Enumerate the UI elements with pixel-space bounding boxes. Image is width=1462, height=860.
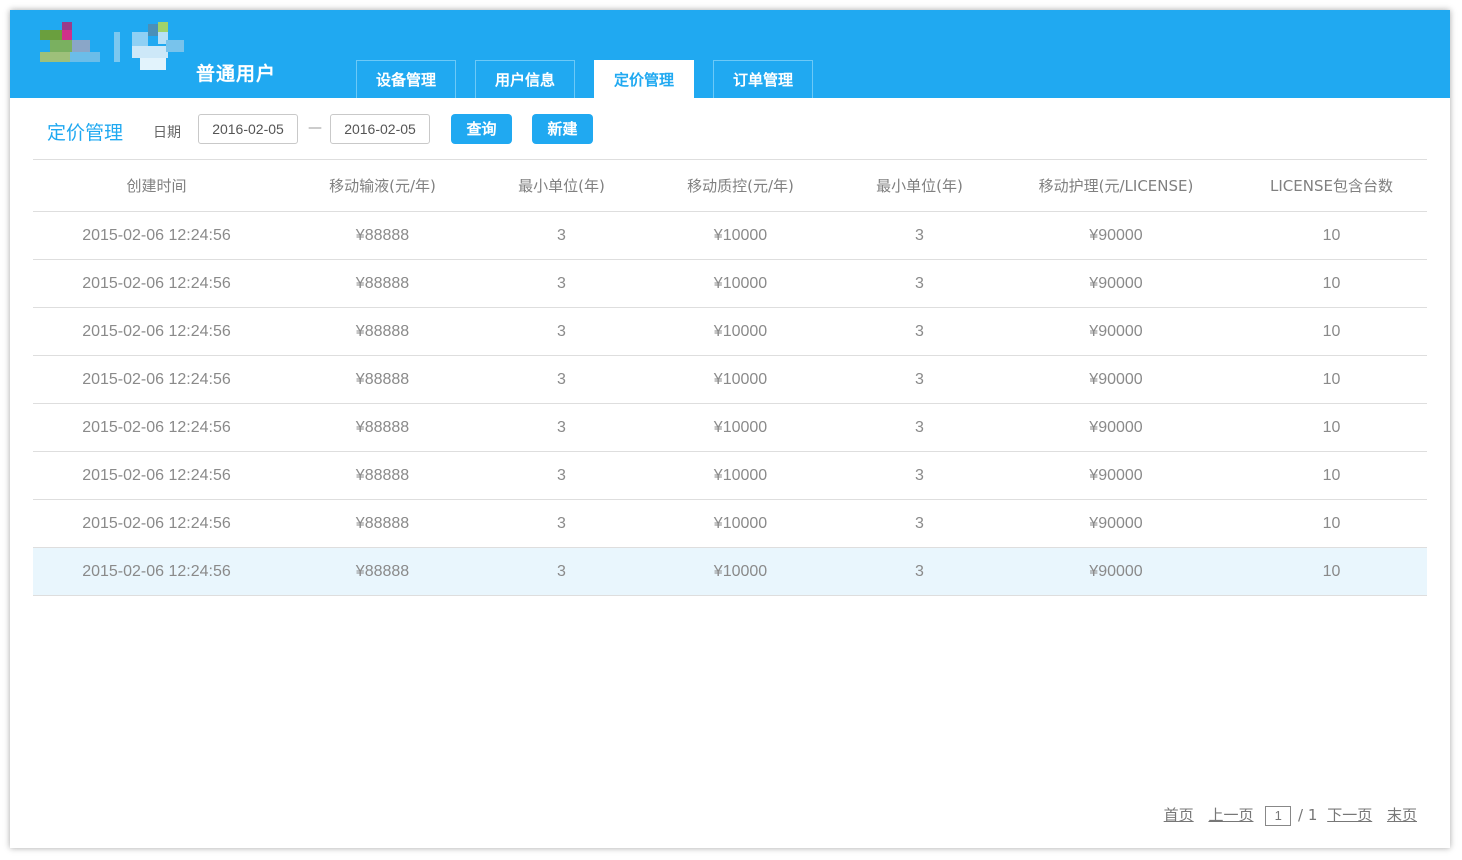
- next-page-link[interactable]: 下一页: [1327, 806, 1372, 824]
- table-cell: 2015-02-06 12:24:56: [33, 499, 280, 548]
- table-cell: ¥88888: [280, 403, 485, 452]
- column-header: 最小单位(年): [843, 159, 996, 212]
- table-cell: ¥10000: [638, 451, 843, 500]
- table-cell: ¥88888: [280, 499, 485, 548]
- table-cell: ¥10000: [638, 499, 843, 548]
- table-cell: 10: [1236, 499, 1427, 548]
- table-cell: ¥10000: [638, 403, 843, 452]
- table-cell: 2015-02-06 12:24:56: [33, 259, 280, 308]
- date-label: 日期: [153, 125, 181, 141]
- table-row[interactable]: 2015-02-06 12:24:56 ¥88888 3 ¥10000 3 ¥90000 1…: [33, 211, 1427, 260]
- top-header: 普通用户 设备管理 用户信息 定价管理 订单管理: [10, 10, 1450, 98]
- table-row[interactable]: 2015-02-06 12:24:56 ¥88888 3 ¥10000 3 ¥90000 1…: [33, 403, 1427, 452]
- date-separator: —: [308, 120, 322, 136]
- table-row[interactable]: 2015-02-06 12:24:56 ¥88888 3 ¥10000 3 ¥90000 1…: [33, 451, 1427, 500]
- table-cell: 3: [485, 259, 638, 308]
- table-cell: 3: [485, 451, 638, 500]
- table-cell: 3: [485, 211, 638, 260]
- prev-page-link[interactable]: 上一页: [1208, 806, 1253, 824]
- table-cell: ¥10000: [638, 547, 843, 596]
- table-cell: 2015-02-06 12:24:56: [33, 211, 280, 260]
- table-cell: 3: [843, 499, 996, 548]
- current-page-input[interactable]: 1: [1265, 805, 1292, 826]
- table-cell: ¥90000: [996, 499, 1236, 548]
- table-cell: 3: [485, 403, 638, 452]
- table-row[interactable]: 2015-02-06 12:24:56 ¥88888 3 ¥10000 3 ¥90000 1…: [33, 499, 1427, 548]
- table-cell: 3: [485, 547, 638, 596]
- table-cell: ¥90000: [996, 211, 1236, 260]
- table-row[interactable]: 2015-02-06 12:24:56 ¥88888 3 ¥10000 3 ¥90000 1…: [33, 355, 1427, 404]
- table-cell: ¥88888: [280, 259, 485, 308]
- table-cell: 10: [1236, 451, 1427, 500]
- table-cell: ¥90000: [996, 403, 1236, 452]
- start-date-input[interactable]: 2016-02-05: [198, 114, 298, 144]
- table-body: 2015-02-06 12:24:56 ¥88888 3 ¥10000 3 ¥90000 1…: [33, 211, 1427, 596]
- total-pages: / 1: [1298, 806, 1318, 824]
- table-cell: ¥88888: [280, 211, 485, 260]
- table-cell: 10: [1236, 355, 1427, 404]
- tab-order-management[interactable]: 订单管理: [713, 60, 813, 98]
- table-cell: ¥10000: [638, 211, 843, 260]
- table-cell: ¥88888: [280, 451, 485, 500]
- column-header: LICENSE包含台数: [1236, 159, 1427, 212]
- pagination: 首页 上一页 1 / 1 下一页 末页: [1159, 804, 1422, 826]
- filter-toolbar: 定价管理 日期 2016-02-05 — 2016-02-05 查询 新建: [10, 98, 1450, 160]
- column-header: 移动护理(元/LICENSE): [996, 159, 1236, 212]
- table-cell: 3: [843, 451, 996, 500]
- tab-device-management[interactable]: 设备管理: [356, 60, 456, 98]
- table-row[interactable]: 2015-02-06 12:24:56 ¥88888 3 ¥10000 3 ¥90000 1…: [33, 307, 1427, 356]
- table-cell: 3: [843, 547, 996, 596]
- table-row[interactable]: 2015-02-06 12:24:56 ¥88888 3 ¥10000 3 ¥90000 1…: [33, 259, 1427, 308]
- table-cell: 10: [1236, 259, 1427, 308]
- new-button[interactable]: 新建: [532, 114, 593, 144]
- table-cell: ¥88888: [280, 355, 485, 404]
- table-cell: 3: [485, 307, 638, 356]
- table-cell: ¥10000: [638, 307, 843, 356]
- table-cell: ¥10000: [638, 259, 843, 308]
- table-row[interactable]: 2015-02-06 12:24:56 ¥88888 3 ¥10000 3 ¥90000 1…: [33, 547, 1427, 596]
- table-cell: ¥90000: [996, 355, 1236, 404]
- last-page-link[interactable]: 末页: [1387, 806, 1417, 824]
- tab-pricing-management[interactable]: 定价管理: [594, 60, 694, 98]
- first-page-link[interactable]: 首页: [1164, 806, 1194, 824]
- table-cell: 2015-02-06 12:24:56: [33, 307, 280, 356]
- table-cell: ¥10000: [638, 355, 843, 404]
- column-header: 移动输液(元/年): [280, 159, 485, 212]
- table-cell: 2015-02-06 12:24:56: [33, 355, 280, 404]
- table-cell: 10: [1236, 403, 1427, 452]
- table-cell: 10: [1236, 211, 1427, 260]
- pricing-table: 创建时间 移动输液(元/年) 最小单位(年) 移动质控(元/年) 最小单位(年) 移动护理…: [33, 159, 1427, 596]
- column-header: 创建时间: [33, 159, 280, 212]
- page-title: 定价管理: [47, 122, 124, 144]
- table-cell: ¥88888: [280, 547, 485, 596]
- table-cell: ¥90000: [996, 547, 1236, 596]
- table-cell: 3: [485, 355, 638, 404]
- table-cell: 3: [843, 403, 996, 452]
- table-cell: 3: [843, 211, 996, 260]
- table-cell: 3: [843, 307, 996, 356]
- table-cell: 3: [485, 499, 638, 548]
- table-cell: ¥88888: [280, 307, 485, 356]
- app-window: 普通用户 设备管理 用户信息 定价管理 订单管理 定价管理 日期 2016-02…: [10, 10, 1450, 848]
- table-cell: 3: [843, 355, 996, 404]
- table-cell: 2015-02-06 12:24:56: [33, 403, 280, 452]
- column-header: 最小单位(年): [485, 159, 638, 212]
- table-cell: 3: [843, 259, 996, 308]
- user-role-label: 普通用户: [196, 63, 277, 85]
- table-cell: ¥90000: [996, 451, 1236, 500]
- table-cell: ¥90000: [996, 259, 1236, 308]
- end-date-input[interactable]: 2016-02-05: [330, 114, 430, 144]
- table-cell: 2015-02-06 12:24:56: [33, 451, 280, 500]
- table-header-row: 创建时间 移动输液(元/年) 最小单位(年) 移动质控(元/年) 最小单位(年) 移动护理…: [33, 159, 1427, 212]
- logo: [40, 22, 190, 77]
- table-cell: 10: [1236, 307, 1427, 356]
- tab-user-info[interactable]: 用户信息: [475, 60, 575, 98]
- column-header: 移动质控(元/年): [638, 159, 843, 212]
- table-cell: ¥90000: [996, 307, 1236, 356]
- table-cell: 10: [1236, 547, 1427, 596]
- query-button[interactable]: 查询: [451, 114, 512, 144]
- table-cell: 2015-02-06 12:24:56: [33, 547, 280, 596]
